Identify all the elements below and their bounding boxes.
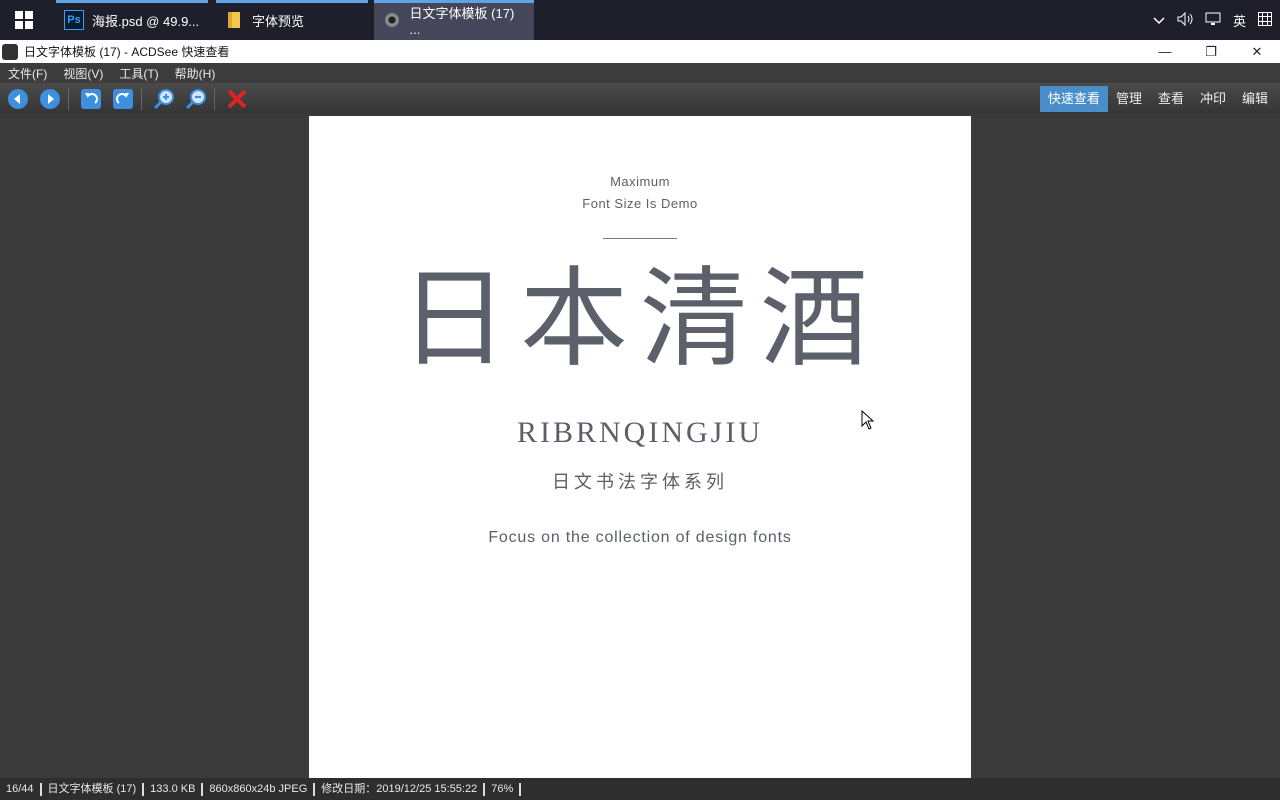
network-icon[interactable] [1205,12,1221,29]
status-modified: 修改日期：2019/12/25 15:55:22 [315,782,486,796]
zoom-in-icon [153,88,174,109]
menu-bar: 文件(F) 视图(V) 工具(T) 帮助(H) [0,63,1280,83]
poster-image: Maximum Font Size Is Demo 日本清酒 RIBRNQING… [309,116,971,778]
next-button[interactable] [36,85,64,113]
minimize-button[interactable]: — [1142,40,1188,63]
previous-button[interactable] [4,85,32,113]
photoshop-icon: Ps [64,10,84,30]
delete-button[interactable] [223,85,251,113]
system-tray: 英 [1153,0,1272,40]
taskbar-item-acdsee[interactable]: 日文字体模板 (17) ... [374,0,534,40]
mode-edit[interactable]: 编辑 [1234,86,1276,112]
taskbar-item-photoshop[interactable]: Ps 海报.psd @ 49.9... [56,0,208,40]
toolbar: 快速查看 管理 查看 冲印 编辑 [0,83,1280,114]
start-button[interactable] [0,0,48,40]
status-index: 16/44 [0,782,42,796]
mouse-cursor-icon [861,409,875,435]
taskbar-item-label: 字体预览 [252,13,305,29]
mode-manage[interactable]: 管理 [1108,86,1150,112]
menu-help[interactable]: 帮助(H) [167,65,224,82]
poster-tagline: Focus on the collection of design fonts [488,529,792,546]
menu-view[interactable]: 视图(V) [55,65,111,82]
rotate-left-icon [81,88,101,109]
status-dimensions: 860x860x24b JPEG [203,782,316,796]
mode-quick-view[interactable]: 快速查看 [1039,85,1108,112]
rotate-right-icon [113,88,133,109]
volume-icon[interactable] [1177,11,1193,29]
chevron-up-icon[interactable] [1153,13,1165,28]
poster-divider [603,238,677,239]
taskbar: Ps 海报.psd @ 49.9... 字体预览 日文字体模板 (17) ...… [0,0,1280,40]
rotate-left-button[interactable] [77,85,105,113]
menu-tools[interactable]: 工具(T) [111,65,166,82]
grid-icon[interactable] [1258,11,1272,29]
window-title: 日文字体模板 (17) - ACDSee 快速查看 [24,45,230,59]
ime-indicator[interactable]: 英 [1233,11,1246,30]
poster-line-1: Maximum [610,174,670,189]
restore-button[interactable]: ❐ [1188,40,1234,63]
mode-switcher: 快速查看 管理 查看 冲印 编辑 [1039,85,1276,112]
windows-icon [15,11,33,29]
poster-line-2: Font Size Is Demo [582,196,698,211]
mode-view[interactable]: 查看 [1150,86,1192,112]
zoom-out-icon [185,88,206,109]
image-viewer[interactable]: Maximum Font Size Is Demo 日本清酒 RIBRNQING… [0,114,1280,778]
window-titlebar: 日文字体模板 (17) - ACDSee 快速查看 — ❐ ✕ [0,40,1280,63]
folder-icon [224,10,244,30]
rotate-right-button[interactable] [109,85,137,113]
status-zoom: 76% [485,782,522,796]
taskbar-item-label: 海报.psd @ 49.9... [92,13,200,29]
arrow-left-icon [8,88,28,109]
zoom-out-button[interactable] [182,85,210,113]
menu-file[interactable]: 文件(F) [0,65,55,82]
taskbar-item-folder[interactable]: 字体预览 [216,0,368,40]
arrow-right-icon [40,88,60,109]
mode-print[interactable]: 冲印 [1192,86,1234,112]
poster-subtitle: 日文书法字体系列 [552,472,728,492]
zoom-in-button[interactable] [150,85,178,113]
acdsee-icon [382,10,402,30]
status-bar: 16/44 日文字体模板 (17) 133.0 KB 860x860x24b J… [0,778,1280,800]
status-filename: 日文字体模板 (17) [42,782,145,796]
acdsee-app-icon [2,43,18,60]
taskbar-item-label: 日文字体模板 (17) ... [409,6,515,37]
delete-icon [227,89,247,108]
poster-title: 日本清酒 [399,257,880,382]
status-filesize: 133.0 KB [144,782,204,796]
close-button[interactable]: ✕ [1234,40,1280,63]
